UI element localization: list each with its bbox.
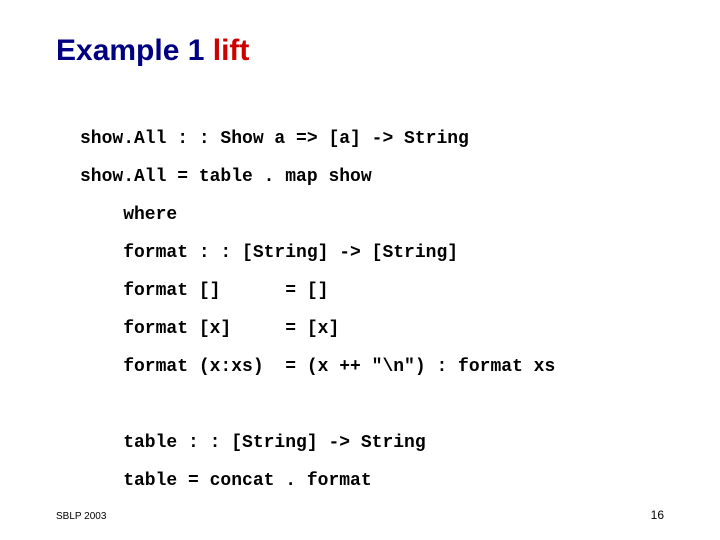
slide: Example 1 lift show.All : : Show a => [a… (0, 0, 720, 540)
code-block: show.All : : Show a => [a] -> String sho… (80, 120, 555, 500)
code-line: format (x:xs) = (x ++ "\n") : format xs (80, 357, 555, 377)
page-number: 16 (651, 508, 664, 522)
code-line: format [x] = [x] (80, 319, 339, 339)
code-line: format [] = [] (80, 281, 328, 301)
code-line: where (80, 205, 177, 225)
footer-left: SBLP 2003 (56, 511, 106, 522)
title-text-2: lift (213, 34, 250, 67)
title-text-1: Example 1 (56, 34, 213, 67)
code-line: table : : [String] -> String (80, 433, 426, 453)
code-line: table = concat . format (80, 471, 372, 491)
slide-title: Example 1 lift (56, 34, 249, 68)
code-line: show.All : : Show a => [a] -> String (80, 129, 469, 149)
code-line: show.All = table . map show (80, 167, 372, 187)
code-line: format : : [String] -> [String] (80, 243, 458, 263)
